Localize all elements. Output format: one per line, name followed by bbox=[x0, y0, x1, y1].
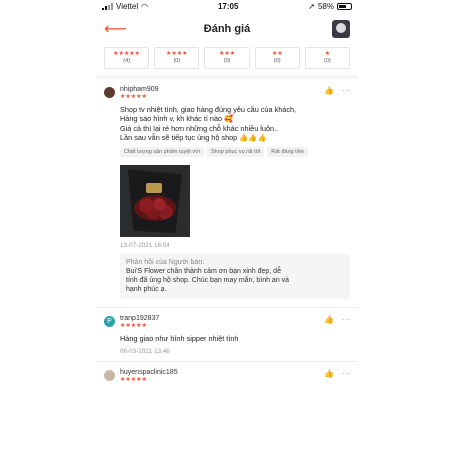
battery-percent: 58% bbox=[317, 2, 334, 11]
review-tag: Shop phục vụ rất tốt bbox=[207, 147, 265, 158]
rating-stars: ★★★★★ bbox=[120, 323, 147, 330]
star-filter-bar: ★★★★★ (4) ★★★★ (0) ★★★ (0) ★★ (0) ★ (0) bbox=[96, 45, 358, 79]
review-tags: Chất lượng sản phẩm tuyệt vời Shop phục … bbox=[120, 147, 350, 158]
filter-count: (0) bbox=[273, 58, 281, 64]
signal-icon bbox=[102, 3, 113, 10]
status-left: Viettel ◠ bbox=[102, 2, 148, 11]
star-icons: ★★★ bbox=[218, 51, 236, 57]
review-text: Shop tv nhiệt tình, giao hàng đúng yêu c… bbox=[120, 105, 350, 142]
review-header: nhipham909 ★★★★★ 👍 ⋯ bbox=[104, 86, 350, 101]
seller-reply-title: Phản hồi của Người bán: bbox=[126, 259, 205, 267]
review-line: Giá cả thì lại rẻ hơn những chỗ khác nhi… bbox=[120, 123, 279, 133]
bouquet-roses bbox=[134, 195, 176, 222]
filter-count: (0) bbox=[173, 58, 181, 64]
filter-2-star[interactable]: ★★ (0) bbox=[254, 47, 300, 69]
star-icons: ★ bbox=[324, 51, 331, 57]
reply-line: hạnh phúc ạ. bbox=[126, 286, 167, 294]
username: tranp192837 bbox=[120, 315, 160, 323]
rating-stars: ★★★★★ bbox=[120, 377, 147, 384]
back-arrow-icon[interactable]: ⟵ bbox=[104, 19, 127, 39]
review-header: huyenspaclinic185 ★★★★★ 👍 ⋯ bbox=[104, 369, 350, 384]
more-options-icon[interactable]: ⋯ bbox=[342, 86, 350, 95]
review-tag: Chất lượng sản phẩm tuyệt vời bbox=[120, 147, 205, 158]
header: ⟵ Đánh giá bbox=[96, 13, 358, 45]
review-item: P tranp192837 ★★★★★ 👍 ⋯ Hàng giao như hì… bbox=[96, 308, 358, 363]
clock: 17:05 bbox=[217, 2, 239, 11]
reply-line: tính đã ủng hộ shop. Chúc bạn may mắn, b… bbox=[126, 277, 290, 285]
review-line: Hàng sao hình v, kh khác tí nào 🥰 bbox=[120, 114, 234, 124]
product-thumbnail[interactable] bbox=[331, 20, 350, 38]
wifi-icon: ◠ bbox=[141, 2, 149, 11]
review-date: 06-03-2021 13:46 bbox=[120, 348, 170, 356]
review-user: huyenspaclinic185 ★★★★★ bbox=[120, 369, 324, 384]
filter-1-star[interactable]: ★ (0) bbox=[304, 47, 351, 69]
review-user: tranp192837 ★★★★★ bbox=[120, 315, 324, 330]
review-text: Hàng giao như hình sipper nhiệt tình bbox=[120, 334, 239, 344]
like-icon[interactable]: 👍 bbox=[324, 369, 334, 378]
more-options-icon[interactable]: ⋯ bbox=[342, 315, 350, 324]
star-icons: ★★ bbox=[271, 51, 283, 57]
like-icon[interactable]: 👍 bbox=[324, 315, 334, 324]
status-bar: Viettel ◠ 17:05 ➚ 58% bbox=[96, 0, 358, 13]
filter-count: (0) bbox=[324, 58, 331, 64]
page-title: Đánh giá bbox=[203, 23, 251, 35]
battery-icon bbox=[336, 3, 352, 10]
location-icon: ➚ bbox=[308, 2, 315, 11]
avatar[interactable] bbox=[104, 87, 115, 98]
status-right: ➚ 58% bbox=[308, 2, 352, 11]
review-date: 13-07-2021 16:04 bbox=[120, 242, 170, 250]
filter-5-star[interactable]: ★★★★★ (4) bbox=[104, 47, 150, 69]
filter-count: (4) bbox=[123, 58, 130, 64]
review-item: nhipham909 ★★★★★ 👍 ⋯ Shop tv nhiệt tình,… bbox=[96, 79, 358, 309]
filter-4-star[interactable]: ★★★★ (0) bbox=[154, 47, 200, 69]
seller-reply-text: Bui'S Flower chân thành cảm ơn bạn xinh … bbox=[126, 267, 344, 294]
more-options-icon[interactable]: ⋯ bbox=[342, 369, 350, 378]
reply-line: Bui'S Flower chân thành cảm ơn bạn xinh … bbox=[126, 268, 281, 276]
seller-reply: Phản hồi của Người bán: Bui'S Flower châ… bbox=[120, 254, 350, 300]
star-icons: ★★★★ bbox=[166, 51, 188, 57]
filter-3-star[interactable]: ★★★ (0) bbox=[204, 47, 250, 69]
filter-count: (0) bbox=[223, 58, 231, 64]
star-icons: ★★★★★ bbox=[113, 51, 141, 57]
avatar[interactable]: P bbox=[104, 316, 115, 328]
phone-screen: Viettel ◠ 17:05 ➚ 58% ⟵ Đánh giá ★★★★★ (… bbox=[96, 0, 358, 450]
carrier-name: Viettel bbox=[116, 2, 139, 11]
review-photo[interactable] bbox=[120, 165, 190, 238]
avatar[interactable] bbox=[104, 370, 115, 382]
review-line: Shop tv nhiệt tình, giao hàng đúng yêu c… bbox=[120, 105, 297, 114]
review-header: P tranp192837 ★★★★★ 👍 ⋯ bbox=[104, 315, 350, 330]
review-line: Lần sau vẫn sẽ tiếp tục ủng hộ shop 👍👍👍 bbox=[120, 132, 267, 142]
bouquet-ribbon bbox=[146, 183, 162, 194]
review-tag: Rất đáng tiền bbox=[267, 147, 308, 158]
review-user: nhipham909 ★★★★★ bbox=[120, 86, 324, 101]
rating-stars: ★★★★★ bbox=[120, 94, 147, 100]
review-item: huyenspaclinic185 ★★★★★ 👍 ⋯ bbox=[96, 362, 358, 390]
like-icon[interactable]: 👍 bbox=[324, 86, 334, 95]
username: nhipham909 bbox=[120, 86, 159, 93]
username: huyenspaclinic185 bbox=[120, 369, 178, 377]
